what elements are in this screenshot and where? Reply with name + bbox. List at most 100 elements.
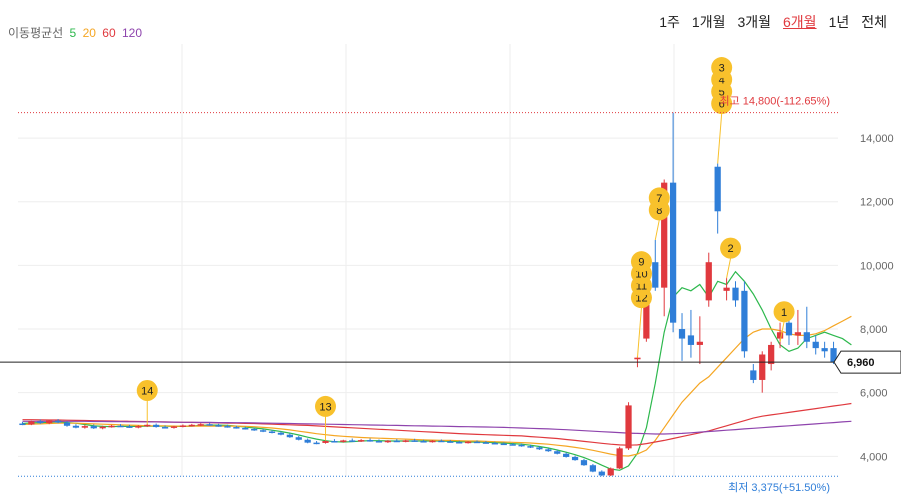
marker-label: 7 <box>656 193 662 205</box>
marker-leader-line <box>636 307 642 358</box>
candle-body <box>331 441 338 443</box>
candle-body <box>117 425 124 428</box>
candle-body <box>714 166 721 212</box>
candle-body <box>108 425 115 428</box>
candle-body <box>750 370 757 380</box>
candle-body <box>242 427 249 430</box>
candle-body <box>19 423 26 426</box>
candle-body <box>286 434 293 438</box>
candle-body <box>429 440 436 443</box>
candle-body <box>500 443 507 446</box>
candle-body <box>438 440 445 443</box>
candle-body <box>491 442 498 445</box>
candle-body <box>384 440 392 443</box>
candle-body <box>803 332 810 342</box>
candle-body <box>616 448 623 469</box>
candle-body <box>785 322 793 336</box>
candle-body <box>54 420 62 423</box>
candle-body <box>678 329 686 339</box>
candle-body <box>589 465 597 472</box>
y-tick-label: 10,000 <box>860 260 894 272</box>
marker-label: 13 <box>319 401 331 413</box>
candle-body <box>634 357 641 360</box>
event-markers: 1413121110987654321 <box>136 57 795 441</box>
y-tick-label: 4,000 <box>860 451 888 463</box>
annotations: 6,960 최고 14,800(-112.65%) 최저 3,375(+51.50%… <box>0 95 901 494</box>
candle-body <box>206 424 213 426</box>
candle-body <box>179 425 187 427</box>
y-tick-label: 6,000 <box>860 388 888 400</box>
candle-body <box>411 440 418 442</box>
candle-body <box>170 426 178 428</box>
candle-body <box>696 341 703 345</box>
candle-body <box>652 262 659 288</box>
candle-body <box>161 427 169 429</box>
candle-body <box>393 440 400 443</box>
candle-body <box>669 182 677 323</box>
candle-body <box>72 425 80 428</box>
candle-body <box>563 453 570 457</box>
candle-body <box>259 430 267 432</box>
candle-body <box>28 421 35 425</box>
candle-body <box>215 425 222 427</box>
candle-body <box>723 287 730 291</box>
candle-body <box>295 437 302 440</box>
candle-body <box>402 440 409 442</box>
marker-label: 9 <box>638 257 644 269</box>
candle-body <box>464 441 472 444</box>
candle-body <box>99 426 106 429</box>
marker-label: 14 <box>141 385 153 397</box>
candle-body <box>188 424 195 427</box>
candle-body <box>81 426 88 428</box>
candle-body <box>37 421 44 424</box>
candle-body <box>794 332 802 336</box>
y-tick-label: 8,000 <box>860 324 888 336</box>
candle-body <box>812 341 819 349</box>
candle-body <box>580 460 588 466</box>
candle-body <box>126 426 133 428</box>
candle-body <box>304 439 311 443</box>
candle-body <box>144 424 151 427</box>
candle-body <box>554 451 561 454</box>
candle-body <box>233 427 240 429</box>
marker-label: 1 <box>781 307 787 319</box>
candle-body <box>473 441 481 444</box>
candle-body <box>705 262 712 301</box>
candle-body <box>366 440 374 442</box>
candle-body <box>518 444 525 447</box>
moving-average-lines <box>22 270 852 471</box>
candle-body <box>456 441 463 444</box>
candle-body <box>741 290 748 352</box>
y-tick-label: 14,000 <box>860 133 894 145</box>
price-chart: 1413121110987654321 6,960최고 14,800(-112.… <box>0 44 901 494</box>
candle-body <box>571 456 579 461</box>
candle-body <box>536 447 543 450</box>
candle-body <box>598 471 605 476</box>
candle-body <box>527 446 534 448</box>
candle-body <box>349 440 356 442</box>
marker-label: 3 <box>719 63 725 75</box>
candle-body <box>821 348 828 352</box>
candle-body <box>340 440 347 442</box>
candle-body <box>447 441 454 443</box>
candle-body <box>687 335 695 345</box>
y-tick-label: 12,000 <box>860 197 894 209</box>
candle-body <box>759 354 766 380</box>
candle-body <box>545 449 552 452</box>
candle-body <box>732 287 739 301</box>
candle-body <box>63 422 71 426</box>
candle-body <box>375 441 383 443</box>
y-axis: 4,000 6,000 8,000 10,000 12,000 14,000 <box>860 133 894 463</box>
low-price-label: 최저 3,375(+51.50%) <box>728 481 830 494</box>
candle-body <box>268 431 276 433</box>
marker-leader-line <box>654 219 660 241</box>
candle-body <box>509 444 516 446</box>
candle-body <box>482 442 490 444</box>
candle-body <box>420 441 427 443</box>
candle-body <box>607 468 614 476</box>
marker-label: 2 <box>728 243 734 255</box>
candle-body <box>46 420 53 424</box>
candle-body <box>135 426 142 428</box>
candle-body <box>313 442 320 445</box>
candle-body <box>277 432 285 435</box>
